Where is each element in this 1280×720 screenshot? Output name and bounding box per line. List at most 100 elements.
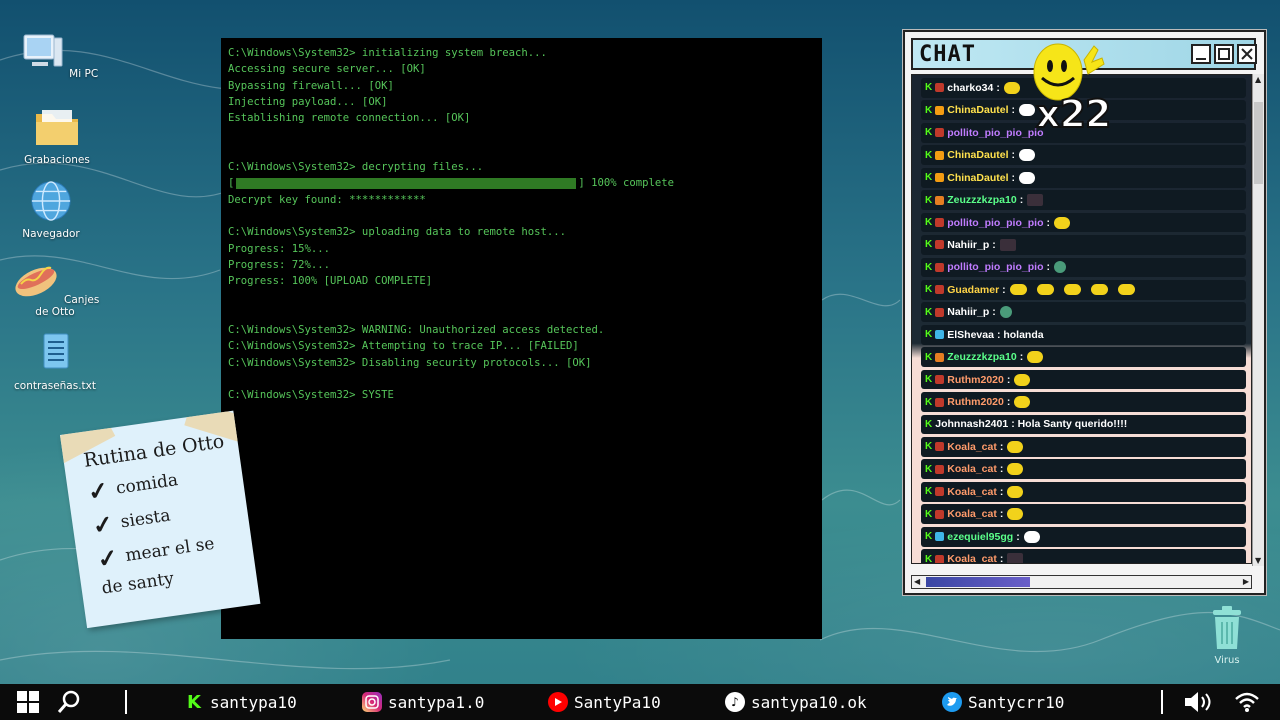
youtube-icon <box>548 692 568 712</box>
chat-text: : <box>1011 149 1016 162</box>
scroll-left-icon[interactable]: ◀ <box>914 577 920 586</box>
chat-username[interactable]: Ruthm2020 <box>947 374 1004 386</box>
chat-username[interactable]: Nahiir_p <box>947 239 989 251</box>
user-badge-icon <box>935 487 945 497</box>
chat-horizontal-scrollbar[interactable]: ◀ ▶ <box>911 575 1252 589</box>
chat-message: K Koala_cat: <box>921 481 1246 502</box>
social-youtube[interactable]: SantyPa10 <box>548 684 661 720</box>
emote-icon <box>1009 284 1027 296</box>
chat-text: : <box>996 81 1000 94</box>
kick-badge-icon: K <box>925 351 933 363</box>
chat-username[interactable]: Zeuzzzkzpa10 <box>947 351 1016 363</box>
scroll-up-icon[interactable]: ▲ <box>1255 75 1261 84</box>
desktop-icon-label: contraseñas.txt <box>14 380 96 392</box>
emote-icon <box>999 306 1012 319</box>
emote-icon <box>1019 171 1035 184</box>
user-badge-icon <box>935 218 945 228</box>
social-handle: santypa10 <box>210 692 297 712</box>
volume-button[interactable] <box>1183 684 1213 720</box>
chat-message: K Koala_cat: <box>921 459 1246 480</box>
start-button[interactable] <box>16 684 40 720</box>
progress-bar-fill <box>236 178 577 190</box>
chat-text: : <box>1046 261 1050 274</box>
desktop-icon-grabaciones[interactable]: Grabaciones <box>12 106 102 166</box>
chat-text: : <box>999 553 1004 564</box>
chat-username[interactable]: Koala_cat <box>947 508 997 520</box>
chat-message: K Koala_cat: <box>921 549 1246 564</box>
chat-text: : Hola Santy querido!!!! <box>1011 418 1128 431</box>
chat-message: K Nahiir_p: <box>921 302 1246 323</box>
user-badge-icon <box>935 195 945 205</box>
chat-message-list[interactable]: Kcharko34: K ChinaDautel: Kpollito_pio_pio_… <box>911 74 1252 564</box>
search-button[interactable] <box>57 684 81 720</box>
terminal-line: C:\Windows\System32> initializing system… <box>228 47 547 59</box>
chat-text: : <box>1019 351 1024 364</box>
chat-username[interactable]: Nahiir_p <box>947 306 989 318</box>
minimize-button[interactable] <box>1191 44 1211 64</box>
decrypt-progress: [] 100% complete <box>228 175 815 191</box>
chat-username[interactable]: Ruthm2020 <box>947 396 1004 408</box>
kick-badge-icon: K <box>925 172 933 184</box>
chat-username[interactable]: Johnnash2401 <box>935 418 1008 430</box>
chat-username[interactable]: pollito_pio_pio_pio <box>947 261 1043 273</box>
chat-username[interactable]: Koala_cat <box>947 463 997 475</box>
chat-overlay-count: x22 <box>1035 91 1112 137</box>
terminal-window[interactable]: C:\Windows\System32> initializing system… <box>221 38 822 639</box>
wifi-button[interactable] <box>1234 684 1260 720</box>
chat-username[interactable]: ChinaDautel <box>947 149 1008 161</box>
desktop-icon-label: Grabaciones <box>24 154 90 166</box>
desktop-icon-navegador[interactable]: Navegador <box>6 180 96 240</box>
speaker-icon <box>1185 692 1211 712</box>
chat-username[interactable]: Guadamer <box>947 284 999 296</box>
user-badge-icon <box>935 150 945 160</box>
social-tiktok[interactable]: ♪ santypa10.ok <box>725 684 867 720</box>
chat-username[interactable]: Koala_cat <box>947 486 997 498</box>
chat-message: Kpollito_pio_pio_pio: <box>921 257 1246 278</box>
chat-username[interactable]: pollito_pio_pio_pio <box>947 217 1043 229</box>
chat-username[interactable]: ChinaDautel <box>947 172 1008 184</box>
social-instagram[interactable]: santypa1.0 <box>362 684 484 720</box>
close-icon <box>1241 48 1253 60</box>
chat-text: : <box>999 485 1004 498</box>
social-twitter[interactable]: Santycrr10 <box>942 684 1064 720</box>
chat-username[interactable]: Koala_cat <box>947 441 997 453</box>
folder-icon <box>36 110 78 145</box>
chat-username[interactable]: charko34 <box>947 82 993 94</box>
chat-username[interactable]: Koala_cat <box>947 553 997 563</box>
kick-badge-icon: K <box>925 374 933 386</box>
terminal-line: C:\Windows\System32> uploading data to r… <box>228 226 567 239</box>
user-badge-icon <box>935 173 945 183</box>
scroll-thumb[interactable] <box>1254 102 1263 184</box>
terminal-line: Progress: 72%... <box>228 258 331 271</box>
chat-text: : <box>999 508 1004 521</box>
scroll-thumb[interactable] <box>926 577 1030 587</box>
terminal-line: Progress: 15%... <box>228 242 331 255</box>
chat-username[interactable]: ezequiel95gg <box>947 531 1013 543</box>
scroll-down-icon[interactable]: ▼ <box>1255 556 1261 565</box>
kick-badge-icon: K <box>925 329 933 341</box>
maximize-button[interactable] <box>1214 44 1234 64</box>
instagram-icon <box>362 692 382 712</box>
chat-message: Kezequiel95gg: <box>921 526 1246 547</box>
emote-icon <box>1019 149 1035 162</box>
desktop-icon-contrasenas[interactable]: contraseñas.txt <box>10 332 100 392</box>
desktop-icon-mi-pc[interactable]: Mi PC <box>12 32 102 80</box>
progress-label: ] 100% complete <box>578 177 675 190</box>
close-button[interactable] <box>1237 44 1257 64</box>
emote-icon <box>1117 284 1135 296</box>
desktop-icon-virus[interactable]: Virus <box>1202 606 1252 666</box>
chat-username[interactable]: ElShevaa <box>947 329 994 341</box>
chat-vertical-scrollbar[interactable]: ▲ ▼ <box>1252 74 1264 566</box>
scroll-right-icon[interactable]: ▶ <box>1243 577 1249 586</box>
emote-icon <box>1014 396 1031 409</box>
kick-badge-icon: K <box>925 217 933 229</box>
social-kick[interactable]: K santypa10 <box>184 684 297 720</box>
chat-username[interactable]: ChinaDautel <box>947 104 1008 116</box>
chat-message: K Koala_cat: <box>921 504 1246 525</box>
desktop-icon-canjes-de-otto[interactable]: Canjes de Otto <box>10 258 100 318</box>
chat-username[interactable]: Zeuzzzkzpa10 <box>947 194 1016 206</box>
